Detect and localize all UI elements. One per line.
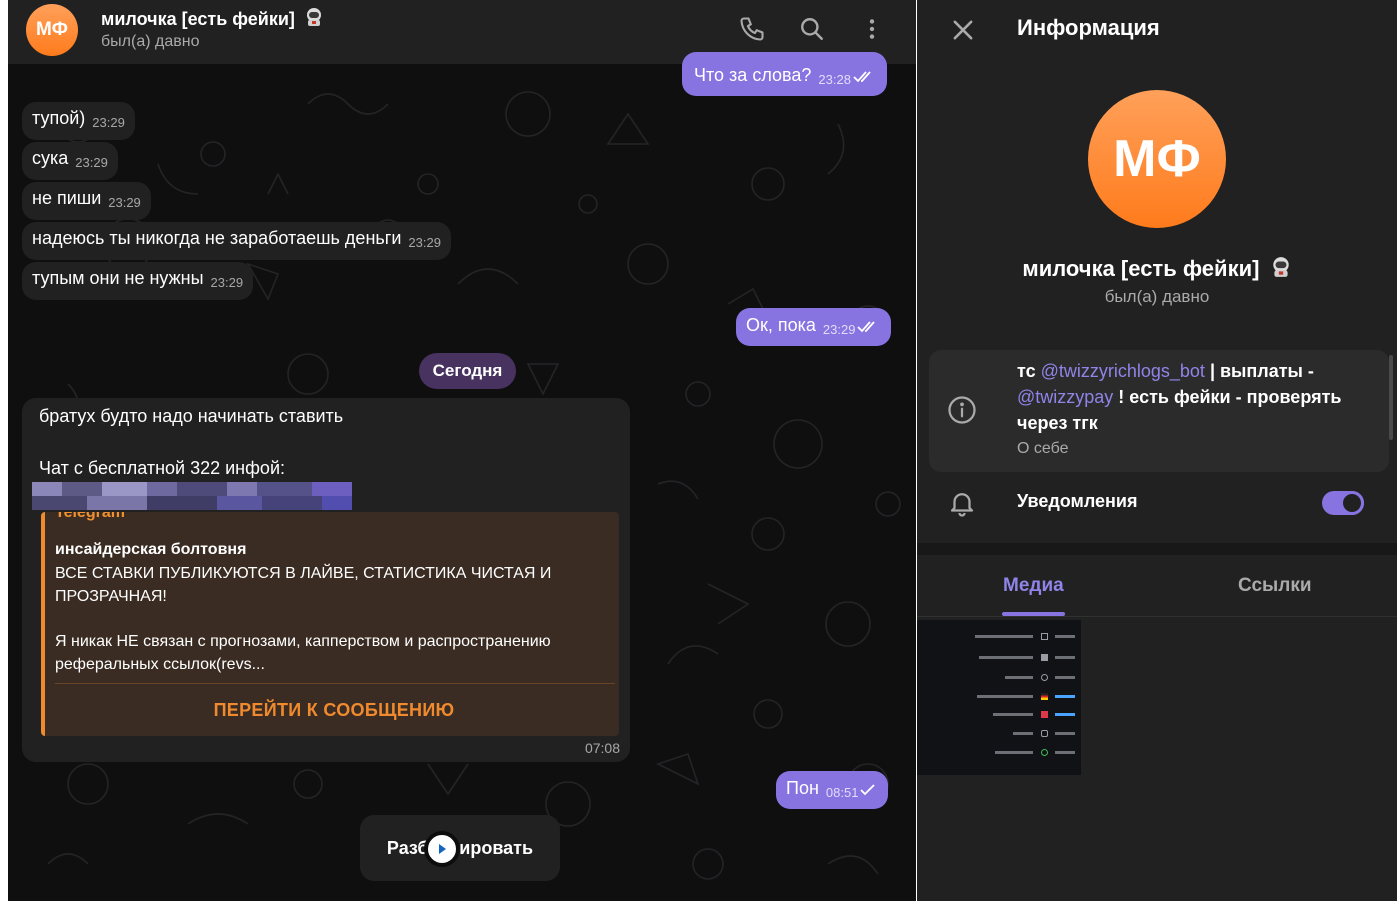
bio-link[interactable]: @twizzyrichlogs_bot (1041, 361, 1205, 381)
message-text: Ок, пока (746, 315, 816, 335)
bio-part: тс (1017, 361, 1041, 381)
message-time: 23:29 (92, 115, 125, 130)
notifications-toggle[interactable] (1322, 491, 1364, 515)
double-check-icon (857, 321, 876, 333)
go-to-message-button[interactable]: ПЕРЕЙТИ К СООБЩЕНИЮ (45, 692, 619, 728)
date-divider: Сегодня (419, 353, 516, 389)
panel-title: Информация (1017, 15, 1160, 40)
chat-title[interactable]: милочка [есть фейки] (101, 7, 324, 30)
close-icon[interactable] (949, 16, 977, 44)
avatar[interactable]: МФ (26, 4, 78, 56)
message-text: сука (32, 148, 69, 168)
media-thumbnail[interactable] (917, 620, 1081, 775)
astronaut-icon (306, 8, 321, 26)
tab-media[interactable]: Медиа (1003, 575, 1064, 597)
bio-text: тс @twizzyrichlogs_bot | выплаты - @twiz… (1017, 358, 1377, 436)
message-time: 23:28 (818, 72, 851, 87)
section-divider (917, 543, 1397, 555)
pixelated-link[interactable] (32, 482, 362, 512)
message-text: не пиши (32, 188, 102, 208)
message-time: 23:29 (75, 155, 108, 170)
message-incoming[interactable]: сука 23:29 (22, 142, 118, 180)
message-time: 07:08 (584, 740, 620, 756)
chat-status: был(а) давно (101, 33, 200, 50)
message-text: тупым они не нужны (32, 268, 204, 288)
chat-title-text: милочка [есть фейки] (101, 9, 295, 29)
message-text: тупой) (32, 108, 86, 128)
message-time: 23:29 (822, 322, 856, 337)
message-text: братух будто надо начинать ставить (39, 406, 344, 426)
message-text: Что за слова? (694, 65, 812, 85)
scrollbar[interactable] (1389, 355, 1393, 440)
double-check-icon (853, 71, 871, 83)
phone-icon[interactable] (737, 14, 767, 44)
bio-label: О себе (1017, 440, 1069, 457)
bio-link[interactable]: @twizzypay (1017, 387, 1113, 407)
preview-divider (55, 683, 615, 684)
message-time: 23:29 (108, 195, 141, 210)
link-preview[interactable]: Telegram инсайдерская болтовня ВСЕ СТАВК… (41, 512, 619, 736)
message-time: 23:29 (408, 235, 441, 250)
message-incoming[interactable]: не пиши 23:29 (22, 182, 151, 220)
message-incoming-with-preview[interactable]: братух будто надо начинать ставить Чат с… (22, 398, 630, 762)
message-outgoing[interactable]: Что за слова? 23:28 (682, 52, 887, 96)
message-time: 23:29 (210, 275, 244, 290)
bio-section[interactable]: тс @twizzyrichlogs_bot | выплаты - @twiz… (929, 350, 1389, 472)
preview-description: ВСЕ СТАВКИ ПУБЛИКУЮТСЯ В ЛАЙВЕ, СТАТИСТИ… (55, 565, 552, 605)
search-icon[interactable] (797, 14, 827, 44)
message-incoming[interactable]: тупой) 23:29 (22, 102, 135, 140)
check-icon (860, 784, 876, 796)
bio-part: | выплаты - (1204, 361, 1314, 381)
chat-pane: МФ милочка [есть фейки] был(а) давно Что… (8, 0, 916, 901)
preview-description-more: Я никак НЕ связан с прогнозами, каппер­с… (55, 633, 551, 673)
message-incoming[interactable]: надеюсь ты никогда не заработаешь деньги… (22, 222, 451, 260)
preview-site: Telegram (55, 512, 125, 521)
telegram-window: МФ милочка [есть фейки] был(а) давно Что… (0, 0, 1397, 901)
more-vertical-icon[interactable] (857, 14, 887, 44)
message-text: надеюсь ты никогда не заработаешь деньги (32, 228, 402, 248)
message-incoming[interactable]: тупым они не нужны 23:29 (22, 262, 254, 300)
tabs-divider (917, 616, 1397, 617)
message-text: Пон (786, 778, 819, 798)
message-time: 08:51 (825, 785, 859, 800)
notifications-label: Уведомления (1017, 491, 1138, 511)
info-icon (947, 395, 977, 425)
toggle-knob (1340, 491, 1364, 515)
profile-status: был(а) давно (1104, 287, 1210, 306)
message-outgoing[interactable]: Ок, пока 23:29 (736, 308, 892, 346)
tab-links[interactable]: Ссылки (1238, 575, 1312, 597)
profile-name-text: милочка [есть фейки] (1022, 256, 1260, 281)
cursor-icon (424, 831, 460, 867)
unblock-button[interactable]: Разблокировать (360, 815, 560, 881)
preview-title: инсайдерская болтовня (55, 541, 247, 558)
message-text: Чат с бесплатной 322 инфой: (39, 458, 285, 478)
bell-icon (947, 488, 977, 518)
astronaut-icon (1272, 257, 1289, 277)
profile-name: милочка [есть фейки] (917, 256, 1397, 282)
message-outgoing[interactable]: Пон 08:51 (776, 771, 889, 809)
info-panel: Информация МФ милочка [есть фейки] был(а… (917, 0, 1397, 901)
profile-avatar[interactable]: МФ (1088, 90, 1226, 228)
